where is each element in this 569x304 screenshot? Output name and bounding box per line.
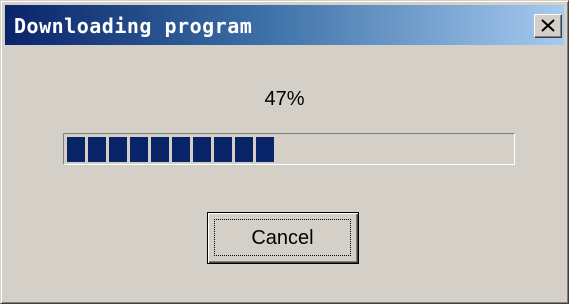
progress-block: [109, 137, 127, 162]
progress-block: [235, 137, 253, 162]
progress-block: [151, 137, 169, 162]
title-bar[interactable]: Downloading program: [5, 5, 564, 45]
window-title: Downloading program: [14, 14, 253, 38]
close-x-icon: [541, 19, 555, 32]
progress-block: [256, 137, 274, 162]
download-progress-bar: [63, 133, 515, 165]
cancel-button[interactable]: Cancel: [207, 212, 359, 264]
progress-block: [88, 137, 106, 162]
progress-block: [67, 137, 85, 162]
focus-rectangle: Cancel: [214, 219, 351, 256]
cancel-button-label: Cancel: [251, 226, 314, 249]
progress-block: [193, 137, 211, 162]
progress-block: [130, 137, 148, 162]
progress-percent-label: 47%: [264, 88, 305, 110]
download-dialog: Downloading program 47% Cancel: [0, 0, 569, 304]
progress-block: [172, 137, 190, 162]
progress-fill: [67, 137, 512, 162]
close-button[interactable]: [534, 14, 562, 38]
progress-block: [214, 137, 232, 162]
